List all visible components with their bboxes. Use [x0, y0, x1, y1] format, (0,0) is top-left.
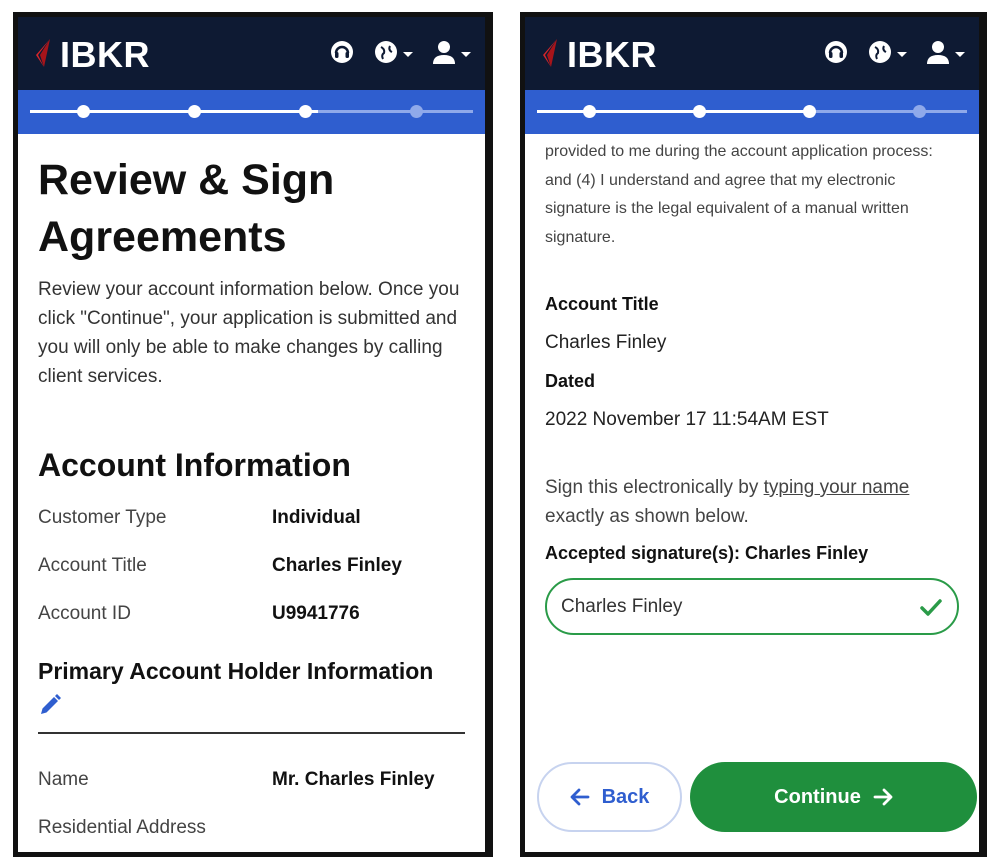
progress-step-3: [299, 105, 312, 118]
sign-prefix: Sign this electronically by: [545, 477, 764, 498]
page-title: Review & Sign Agreements: [38, 152, 465, 266]
right-screen: IBKR provided to me during the account a…: [520, 12, 987, 857]
headset-icon: [823, 39, 849, 70]
info-label: Account Title: [38, 555, 147, 576]
chevron-down-icon: [955, 52, 965, 57]
progress-track-pending: [813, 110, 967, 113]
signature-content: provided to me during the account applic…: [525, 138, 979, 635]
typing-your-name-link[interactable]: typing your name: [764, 477, 910, 498]
progress-step-4: [913, 105, 926, 118]
ibkr-logo-icon: [30, 37, 56, 74]
chevron-down-icon: [897, 52, 907, 57]
holder-info-heading: Primary Account Holder Information: [38, 658, 434, 684]
top-nav-bar: IBKR: [525, 17, 979, 90]
top-nav-bar: IBKR: [18, 17, 485, 90]
globe-icon: [373, 39, 399, 70]
accepted-signatures-label: Accepted signature(s): Charles Finley: [545, 543, 869, 563]
user-menu[interactable]: [431, 39, 471, 70]
page-title-line-2: Agreements: [38, 213, 287, 261]
page-title-line-1: Review & Sign: [38, 156, 335, 204]
support-button[interactable]: [329, 39, 355, 70]
support-button[interactable]: [823, 39, 849, 70]
legal-text: provided to me during the account applic…: [545, 143, 933, 246]
info-value: U9941776: [272, 603, 360, 624]
language-menu[interactable]: [867, 39, 907, 70]
dated-label: Dated: [545, 371, 596, 391]
globe-icon: [867, 39, 893, 70]
info-row-account-title: Account Title Charles Finley: [38, 542, 465, 590]
progress-step-1: [583, 105, 596, 118]
brand-name: IBKR: [60, 34, 150, 75]
language-menu[interactable]: [373, 39, 413, 70]
section-divider: [38, 732, 465, 734]
back-label: Back: [601, 785, 650, 808]
info-row-customer-type: Customer Type Individual: [38, 494, 465, 542]
holder-label: Name: [38, 769, 89, 790]
holder-row-name: Name Mr. Charles Finley: [38, 756, 465, 804]
progress-step-3: [803, 105, 816, 118]
brand-logo[interactable]: IBKR: [30, 34, 150, 76]
pencil-icon[interactable]: [38, 693, 62, 722]
chevron-down-icon: [461, 52, 471, 57]
info-label: Customer Type: [38, 507, 167, 528]
info-label: Account ID: [38, 603, 131, 624]
back-button[interactable]: Back: [537, 762, 682, 832]
progress-track-pending: [318, 110, 473, 113]
progress-step-4: [410, 105, 423, 118]
headset-icon: [329, 39, 355, 70]
signature-value[interactable]: Charles Finley: [561, 596, 682, 618]
sign-suffix: exactly as shown below.: [545, 506, 749, 527]
main-content: Review & Sign Agreements Review your acc…: [18, 134, 485, 852]
progress-step-1: [77, 105, 90, 118]
account-title-label: Account Title: [545, 294, 659, 314]
sign-instructions: Sign this electronically by typing your …: [545, 473, 959, 531]
account-info-heading: Account Information: [38, 447, 351, 483]
holder-row-address: Residential Address: [38, 804, 465, 852]
brand-logo[interactable]: IBKR: [537, 34, 657, 76]
dated-value: 2022 November 17 11:54AM EST: [545, 409, 829, 430]
left-screen: IBKR Review & Sign Agreements Review you…: [13, 12, 493, 857]
progress-step-2: [188, 105, 201, 118]
signature-input[interactable]: Charles Finley: [545, 578, 959, 635]
user-icon: [925, 39, 951, 70]
info-row-account-id: Account ID U9941776: [38, 590, 465, 638]
continue-button[interactable]: Continue: [690, 762, 977, 832]
chevron-down-icon: [403, 52, 413, 57]
info-value: Individual: [272, 507, 361, 528]
progress-stepper: [525, 90, 979, 134]
ibkr-logo-icon: [537, 37, 563, 74]
progress-stepper: [18, 90, 485, 134]
arrow-left-icon: [570, 787, 590, 807]
user-icon: [431, 39, 457, 70]
progress-step-2: [693, 105, 706, 118]
account-title-value: Charles Finley: [545, 332, 667, 353]
holder-label: Residential Address: [38, 817, 206, 838]
intro-text: Review your account information below. O…: [38, 279, 460, 387]
continue-label: Continue: [774, 785, 861, 808]
info-value: Charles Finley: [272, 555, 402, 576]
brand-name: IBKR: [567, 34, 657, 75]
action-buttons: Back Continue: [537, 762, 977, 832]
check-icon: [919, 596, 943, 626]
holder-value: Mr. Charles Finley: [272, 769, 435, 790]
user-menu[interactable]: [925, 39, 965, 70]
arrow-right-icon: [873, 787, 893, 807]
